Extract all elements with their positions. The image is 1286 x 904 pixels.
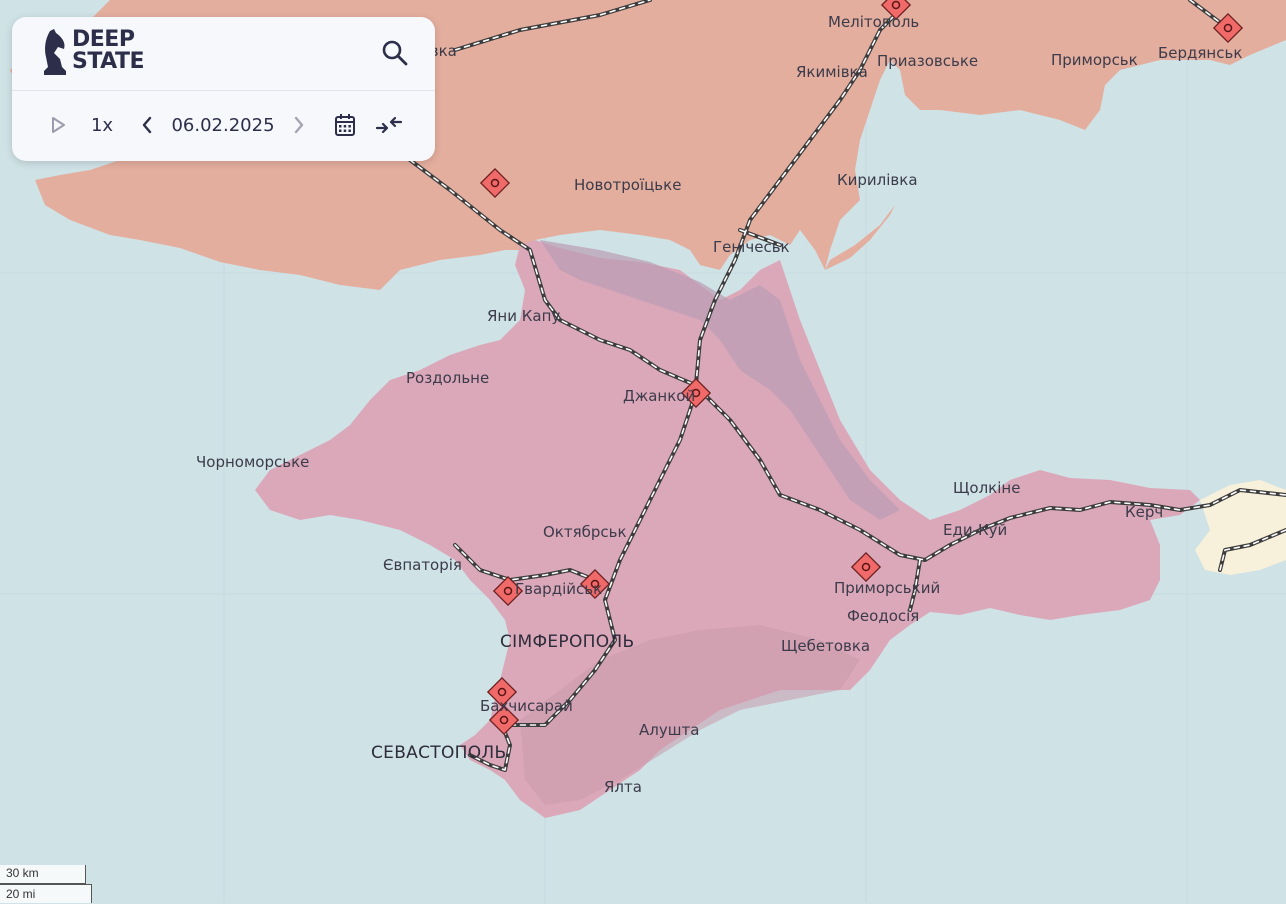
deepstate-logo[interactable]: DEEP STATE	[42, 29, 152, 79]
place-label: Октябрськ	[543, 523, 627, 541]
chevron-right-icon	[294, 116, 304, 134]
calendar-button[interactable]	[332, 107, 358, 143]
brand-name: DEEP STATE	[72, 27, 145, 74]
place-label: Приморський	[834, 579, 940, 597]
place-label: Євпаторія	[383, 556, 462, 574]
place-label: Бердянськ	[1158, 44, 1242, 62]
place-label: Щолкіне	[953, 479, 1020, 497]
place-label: Приморськ	[1051, 51, 1138, 69]
calendar-icon	[335, 114, 355, 136]
play-button[interactable]	[46, 107, 70, 143]
prev-date-button[interactable]	[136, 107, 158, 143]
collapse-arrows-icon	[375, 116, 403, 134]
place-label: Феодосія	[847, 607, 919, 625]
place-label: Роздольне	[406, 369, 489, 387]
place-label: Керч	[1125, 503, 1163, 521]
place-label: СІМФЕРОПОЛЬ	[500, 632, 634, 652]
place-label: Кирилівка	[837, 171, 918, 189]
place-label: Новотроїцьке	[574, 176, 681, 194]
knight-icon	[44, 29, 66, 75]
scale-km: 30 km	[0, 865, 86, 884]
chevron-left-icon	[142, 116, 152, 134]
search-icon	[382, 40, 408, 66]
place-label: Алушта	[639, 721, 699, 739]
place-label: Чорноморське	[196, 453, 309, 471]
place-label: Бахчисарай	[480, 697, 573, 715]
place-label: Джанкой	[623, 387, 695, 405]
collapse-button[interactable]	[374, 107, 404, 143]
place-label: Якимівка	[796, 63, 868, 81]
place-label: Ялта	[604, 778, 642, 796]
place-label: Генічеськ	[713, 238, 790, 256]
panel-divider	[12, 90, 435, 91]
control-panel: DEEP STATE 1x 06.02.2025	[12, 17, 435, 161]
next-date-button[interactable]	[288, 107, 310, 143]
timeline-controls: 1x 06.02.2025	[12, 107, 435, 143]
place-label: Яни Капу	[487, 307, 560, 325]
place-label: Мелітополь	[828, 13, 919, 31]
date-display[interactable]: 06.02.2025	[170, 107, 276, 143]
place-label: СЕВАСТОПОЛЬ	[371, 743, 506, 763]
search-button[interactable]	[381, 39, 409, 67]
speed-button[interactable]: 1x	[88, 107, 116, 143]
play-icon	[52, 117, 65, 133]
place-label: Приазовське	[877, 52, 978, 70]
place-label: Еди-Куй	[943, 521, 1007, 539]
scale-mi: 20 mi	[0, 884, 92, 903]
place-label: Щебетовка	[781, 637, 870, 655]
place-label: Гвардійськ	[515, 580, 602, 598]
